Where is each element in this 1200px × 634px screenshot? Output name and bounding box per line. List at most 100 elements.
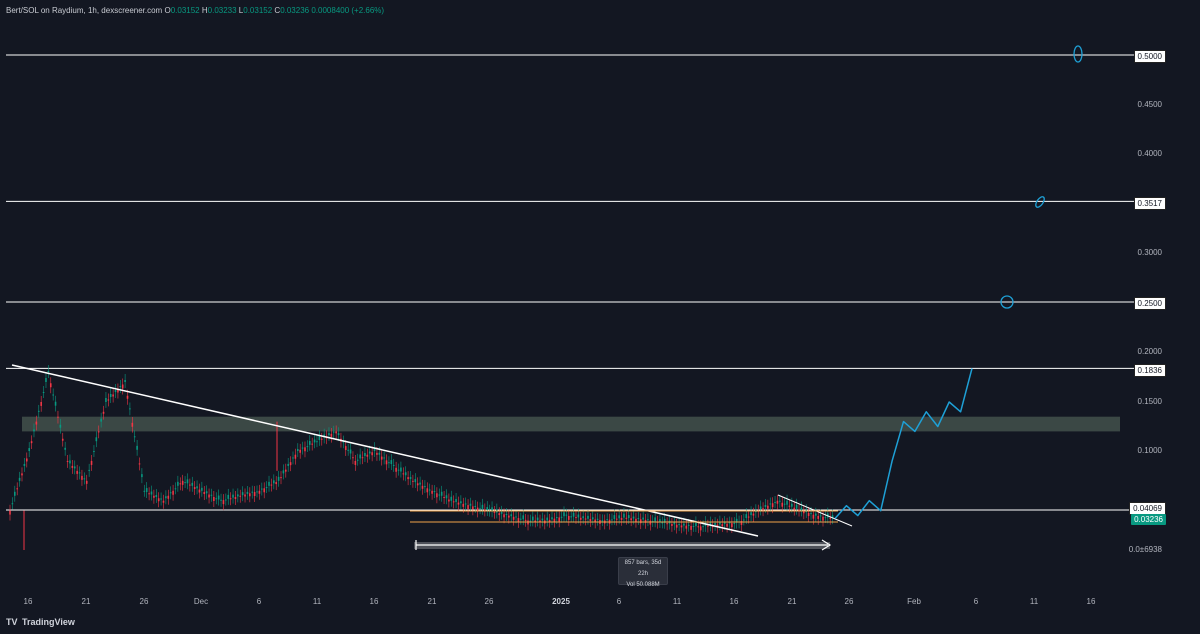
candle-body (349, 449, 352, 454)
candle-body (13, 491, 16, 496)
candle-body (728, 522, 731, 524)
candle-body (126, 395, 129, 399)
candle-body (174, 488, 177, 490)
x-tick-4: 6 (256, 597, 262, 606)
candle-body (460, 501, 462, 504)
candle-body (311, 443, 313, 445)
candle-body (503, 514, 505, 518)
x-tick-16: 6 (973, 597, 979, 606)
candle-body (443, 497, 445, 499)
candle-body (606, 519, 608, 521)
candle-body (546, 517, 549, 521)
candle-body (625, 517, 628, 519)
candle-body (112, 394, 114, 397)
x-tick-6: 16 (369, 597, 379, 606)
candle-body (771, 503, 774, 508)
candle-body (448, 499, 450, 502)
candle-body (409, 476, 412, 479)
candle-body (812, 514, 815, 519)
candle-body (318, 436, 321, 440)
candle-body (172, 490, 174, 495)
brand-label: TradingView (22, 617, 75, 627)
candle-body (587, 515, 589, 519)
candle-body (225, 499, 227, 501)
projection-path (834, 368, 973, 519)
candle-body (484, 509, 486, 511)
candle-body (416, 483, 419, 486)
candle-body (714, 522, 716, 525)
candle-body (258, 490, 261, 494)
candle-body (280, 477, 282, 479)
candle-body (776, 500, 779, 504)
candle-body (383, 457, 385, 459)
candle-body (150, 491, 153, 495)
candle-body (424, 486, 426, 488)
candle-body (774, 501, 776, 503)
candle-body (88, 469, 90, 471)
candle-body (553, 518, 556, 522)
candle-body (639, 519, 642, 524)
candle-body (11, 503, 14, 505)
candle-body (673, 522, 676, 525)
candle-body (378, 452, 381, 455)
resistance-zone (22, 416, 1120, 432)
candle-body (695, 522, 697, 527)
candle-body (330, 433, 333, 437)
candle-body (642, 517, 644, 520)
candle-body (407, 477, 409, 480)
y-tick-1: 0.4000 (1137, 149, 1162, 158)
candle-body (649, 520, 652, 525)
candle-body (328, 433, 330, 436)
candle-body (733, 522, 736, 524)
candle-body (783, 503, 786, 505)
candle-body (237, 494, 239, 497)
candle-body (769, 503, 772, 505)
candle-body (193, 487, 196, 490)
candle-body (184, 482, 186, 484)
candle-body (798, 509, 800, 511)
candle-body (436, 493, 438, 498)
candle-body (40, 402, 42, 406)
candle-body (577, 514, 580, 518)
candle-body (541, 518, 544, 521)
symbol-label: Bert/SOL on Raydium, 1h, dexscreener.com (6, 6, 163, 15)
candle-body (697, 526, 700, 528)
candle-body (201, 487, 203, 491)
level-label-2: 0.2500 (1133, 297, 1166, 310)
candle-body (208, 494, 210, 498)
candle-body (25, 458, 28, 462)
chart-area[interactable]: Bert/SOL on Raydium, 1h, dexscreener.com… (0, 0, 1200, 634)
candle-body (265, 487, 268, 489)
symbol-header: Bert/SOL on Raydium, 1h, dexscreener.com… (6, 6, 384, 15)
candle-body (661, 522, 664, 524)
candle-body (822, 516, 824, 521)
candle-body (136, 445, 138, 450)
candle-body (803, 511, 805, 514)
candle-body (762, 508, 764, 511)
candle-body (244, 494, 246, 497)
candle-body (306, 446, 309, 448)
level-label-0: 0.5000 (1133, 50, 1166, 63)
candle-body (462, 503, 465, 507)
candle-body (145, 488, 148, 493)
y-tick-6: 0.0±6938 (1128, 545, 1162, 554)
candle-body (572, 512, 575, 517)
candle-body (179, 483, 182, 485)
candle-body (671, 523, 673, 526)
y-tick-4: 0.1500 (1137, 397, 1162, 406)
price-chart[interactable] (0, 0, 1200, 634)
candle-body (687, 524, 690, 526)
candle-body (359, 454, 361, 459)
y-tick-0: 0.4500 (1137, 100, 1162, 109)
measure-tooltip: 857 bars, 35d 22h Vol 50.088M (618, 557, 668, 588)
candle-body (213, 497, 215, 501)
candle-body (575, 517, 577, 519)
tradingview-logo[interactable]: TV TradingView (6, 617, 75, 627)
candle-body (352, 457, 354, 459)
candle-body (402, 473, 405, 475)
candle-body (198, 489, 201, 493)
candle-body (234, 497, 237, 499)
candle-body (191, 482, 194, 486)
candle-body (481, 504, 484, 509)
candle-body (95, 437, 98, 442)
